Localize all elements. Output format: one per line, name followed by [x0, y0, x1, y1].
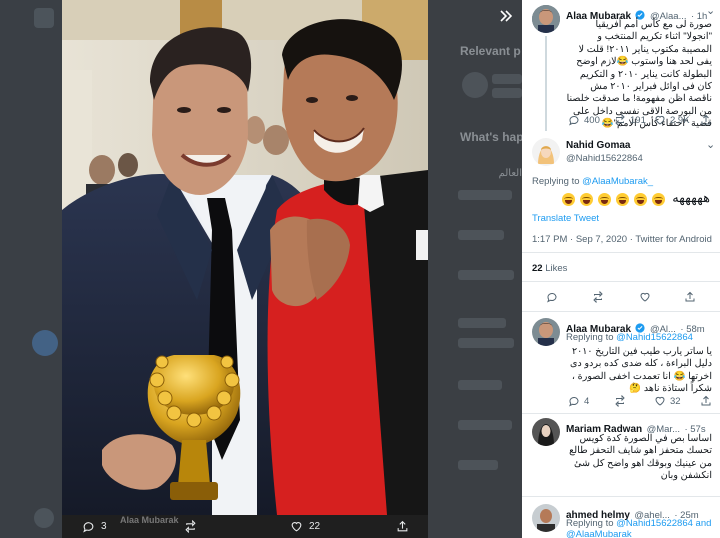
author-avatar[interactable] [532, 138, 560, 166]
heart-icon [640, 292, 650, 302]
replying-to-link[interactable]: @AlaaMubarak_ [582, 176, 653, 187]
profile-avatar-icon [34, 508, 54, 528]
like-button[interactable]: 2.9K [654, 114, 690, 126]
laughing-emoji-row [562, 191, 670, 209]
heart-icon [655, 115, 665, 125]
media-retweet-button[interactable] [184, 520, 197, 533]
share-icon [701, 395, 711, 406]
share-button[interactable] [700, 114, 712, 126]
author-handle[interactable]: @Nahid15622864 [566, 153, 643, 164]
laughing-emoji-icon [652, 193, 665, 207]
media-action-bar: 3 22 Alaa Mubarak [62, 515, 428, 538]
laughing-emoji-icon [598, 193, 611, 207]
replying-to: Replying to @AlaaMubarak_ [532, 176, 654, 187]
retweet-icon [615, 395, 625, 407]
author-avatar[interactable] [532, 5, 560, 33]
replying-to: Replying to @Nahid15622864 and [566, 518, 712, 529]
likes-count[interactable]: 22 Likes [532, 263, 567, 274]
reply-icon [547, 293, 557, 303]
author-avatar[interactable] [532, 418, 560, 446]
reply-button[interactable] [546, 291, 558, 303]
tweet-text: اساسا بص في الصورة كدة كويس تحسك متحفز ا… [569, 433, 712, 482]
reply-button[interactable]: 4 [568, 395, 589, 407]
relevant-people-heading: Relevant p [460, 44, 521, 58]
translate-tweet-link[interactable]: Translate Tweet [532, 213, 599, 224]
like-button[interactable] [639, 291, 651, 303]
author-name[interactable]: Nahid Gomaa [566, 140, 630, 151]
double-chevron-right-icon [500, 10, 513, 22]
twitter-bird-icon [34, 8, 54, 28]
retweet-icon [593, 291, 603, 303]
like-button[interactable]: 32 [654, 395, 681, 407]
laughing-emoji-icon [562, 193, 575, 207]
retweet-icon [615, 114, 625, 126]
tweet-text: يا ساتر يارب طيب فين التاريخ ٢٠١٠ دليل ا… [570, 346, 712, 395]
reply-button[interactable]: 400 [568, 114, 600, 126]
share-icon [701, 114, 711, 125]
retweet-button[interactable] [614, 395, 626, 407]
laughing-emoji-icon [616, 193, 629, 207]
conversation-panel: Alaa Mubarak @Alaa... · 1h ⌄ صورة لى مع … [522, 0, 720, 538]
dimmed-right-sidebar: Relevant p What's hap العالم [428, 0, 522, 538]
replying-to-link[interactable]: @Nahid15622864 [616, 332, 693, 343]
reply-icon [569, 116, 579, 126]
share-icon [685, 291, 695, 302]
author-avatar[interactable] [532, 318, 560, 346]
reply-icon [569, 397, 579, 407]
media-reply-button[interactable]: 3 [82, 520, 107, 533]
replying-to-link[interactable]: @Nahid15622864 and [616, 518, 711, 529]
retweet-button[interactable]: 191 [614, 114, 646, 126]
tweet-meta[interactable]: 1:17 PM · Sep 7, 2020 · Twitter for Andr… [532, 234, 712, 245]
compose-fab-icon [32, 330, 58, 356]
share-button[interactable] [700, 395, 712, 407]
heart-icon [655, 396, 665, 406]
media-like-button[interactable]: 22 [290, 520, 320, 533]
laughing-emoji-icon [634, 193, 647, 207]
replying-to: Replying to @Nahid15622864 [566, 332, 693, 343]
dimmed-left-nav [0, 0, 62, 538]
tweet-photo[interactable] [62, 0, 428, 515]
retweet-button[interactable] [592, 291, 604, 303]
author-avatar[interactable] [532, 504, 560, 532]
reply-icon [83, 522, 94, 533]
share-button[interactable] [684, 291, 696, 303]
share-icon [397, 520, 408, 532]
more-options-icon[interactable]: ⌄ [706, 138, 715, 151]
media-share-button[interactable] [396, 520, 409, 533]
next-arrow-button[interactable] [497, 8, 515, 24]
more-options-icon[interactable]: ⌄ [706, 4, 715, 17]
heart-icon [291, 522, 302, 532]
retweet-icon [185, 520, 196, 533]
whats-happening-heading: What's hap [460, 130, 522, 144]
laughing-emoji-icon [580, 193, 593, 207]
thread-line [545, 36, 547, 131]
replying-to-link-2[interactable]: @AlaaMubarak_ [566, 529, 637, 538]
